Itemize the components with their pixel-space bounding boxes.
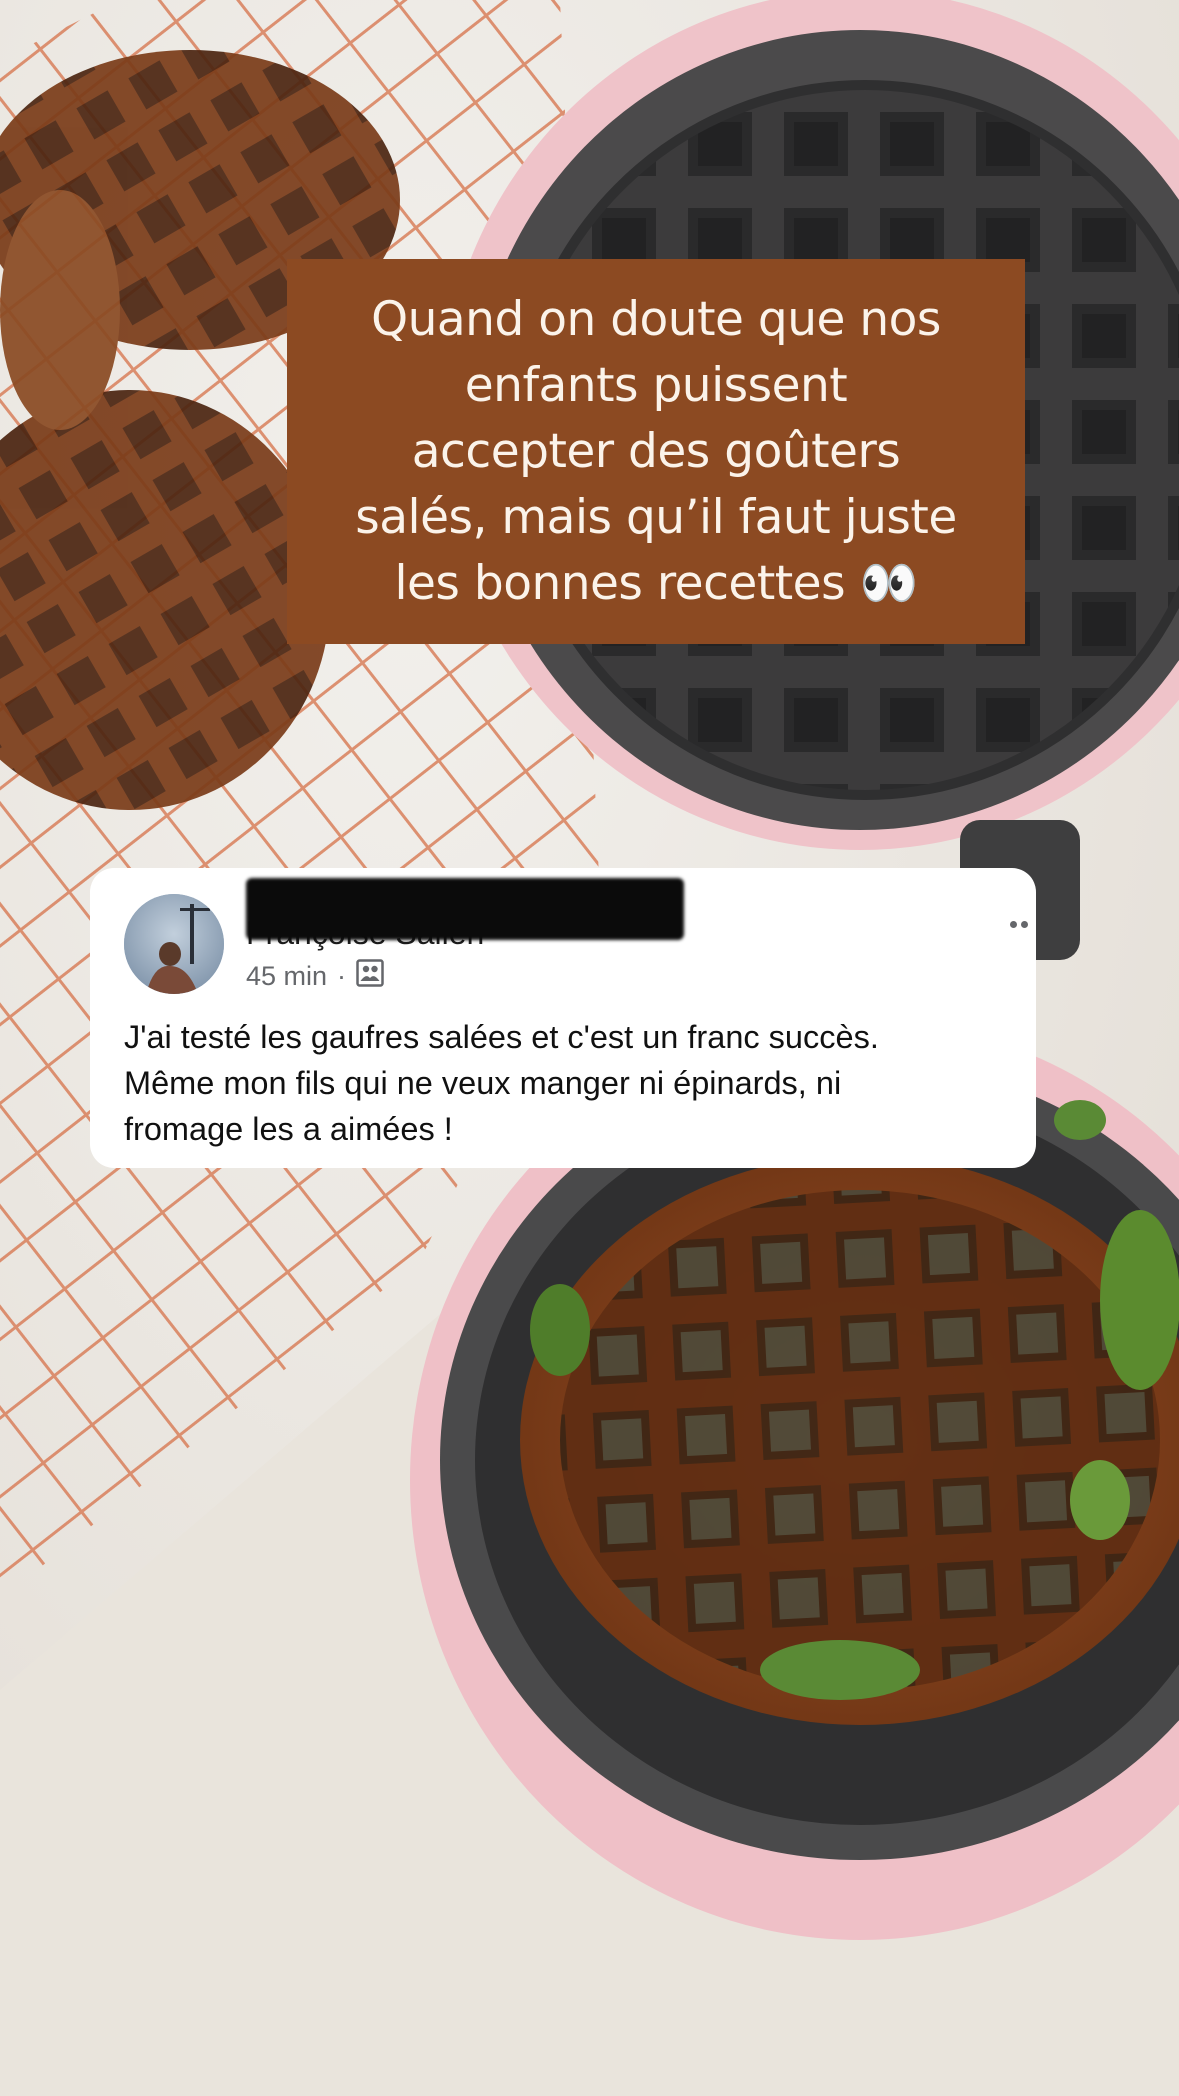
comment-meta: 45 min · xyxy=(246,954,384,998)
caption-text: Quand on doute que nos enfants puissent … xyxy=(355,287,957,617)
caption-overlay: Quand on doute que nos enfants puissent … xyxy=(287,259,1025,644)
name-redaction xyxy=(246,878,684,940)
more-dot xyxy=(1021,920,1028,928)
comment-text: J'ai testé les gaufres salées et c'est u… xyxy=(124,1014,1044,1152)
more-options-icon[interactable] xyxy=(1004,912,1034,936)
friends-icon xyxy=(356,958,384,994)
caption-line: salés, mais qu’il faut juste xyxy=(355,489,957,545)
caption-line: les bonnes recettes 👀 xyxy=(394,555,918,611)
meta-separator: · xyxy=(337,960,347,991)
caption-line: enfants puissent xyxy=(464,357,848,413)
comment-line: J'ai testé les gaufres salées et c'est u… xyxy=(124,1019,879,1055)
avatar[interactable] xyxy=(124,894,224,994)
comment-line: Même mon fils qui ne veux manger ni épin… xyxy=(124,1065,842,1101)
caption-line: Quand on doute que nos xyxy=(371,291,941,347)
comment-line: fromage les a aimées ! xyxy=(124,1111,453,1147)
comment-card: Françoise Salien 45 min · J'ai testé les… xyxy=(90,868,1036,1168)
more-dot xyxy=(1010,920,1017,928)
avatar-image xyxy=(124,894,224,994)
caption-line: accepter des goûters xyxy=(411,423,901,479)
comment-time[interactable]: 45 min xyxy=(246,961,327,992)
